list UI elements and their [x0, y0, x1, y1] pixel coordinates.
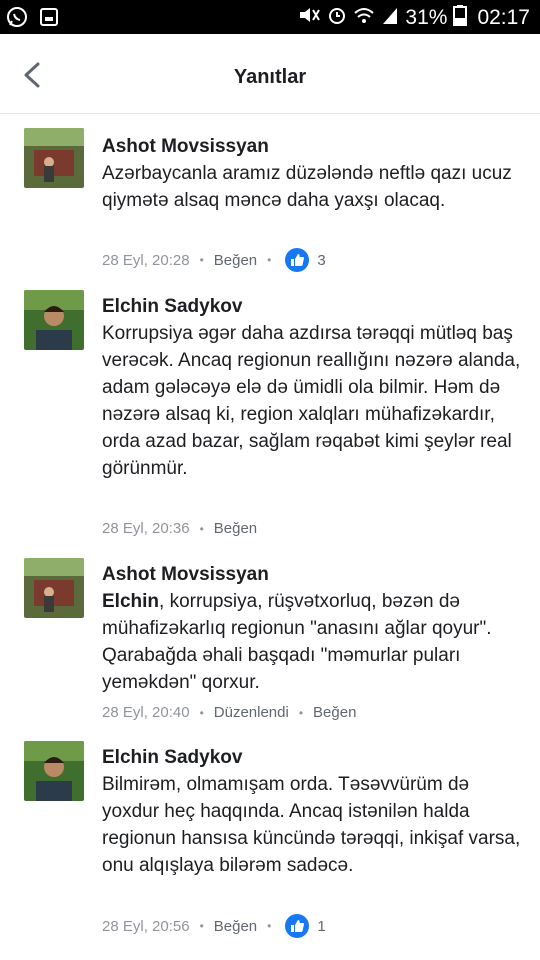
avatar[interactable]: [24, 741, 84, 801]
comment-text-body: , korrupsiya, rüşvətxorluq, bəzən də müh…: [102, 591, 492, 693]
mute-icon: [297, 4, 321, 32]
avatar[interactable]: [24, 290, 84, 350]
like-button[interactable]: Beğen: [214, 520, 257, 537]
comment-text: Korrupsiya əgər daha azdırsa tərəqqi müt…: [102, 323, 521, 479]
like-button[interactable]: Beğen: [214, 252, 257, 269]
avatar[interactable]: [24, 128, 84, 188]
separator-dot: •: [199, 705, 204, 720]
separator-dot: •: [199, 919, 204, 933]
separator-dot: •: [298, 705, 304, 720]
separator-dot: •: [199, 521, 204, 536]
comment-text: Elchin, korrupsiya, rüşvətxorluq, bəzən …: [102, 588, 522, 696]
alarm-icon: [327, 4, 347, 32]
comment-meta: 28 Eyl, 20:56 • Beğen • 1: [102, 914, 326, 938]
avatar[interactable]: [24, 558, 84, 618]
comment-meta: 28 Eyl, 20:36 • Beğen: [102, 520, 257, 537]
wifi-icon: [353, 4, 375, 32]
comment-author[interactable]: Elchin Sadykov: [102, 747, 242, 769]
like-button[interactable]: Beğen: [214, 918, 257, 935]
status-bar: 31% 02:17: [0, 0, 540, 34]
gallery-icon: [38, 6, 60, 33]
like-thumb-icon[interactable]: [285, 248, 310, 272]
comment-meta: 28 Eyl, 20:40 • Düzenlendi • Beğen: [102, 704, 356, 721]
comment-meta: 28 Eyl, 20:28 • Beğen • 3: [102, 248, 326, 272]
page-title: Yanıtlar: [233, 66, 307, 88]
comment-author[interactable]: Ashot Movsissyan: [102, 564, 269, 586]
comment-text: Azərbaycanla aramız düzələndə neftlə qaz…: [102, 163, 512, 211]
clock: 02:17: [477, 6, 530, 29]
signal-icon: [381, 4, 399, 32]
separator-dot: •: [199, 253, 204, 267]
timestamp: 28 Eyl, 20:36: [102, 520, 190, 537]
comment-author[interactable]: Elchin Sadykov: [102, 296, 242, 318]
battery-percent: 31%: [405, 6, 448, 29]
comment-author[interactable]: Ashot Movsissyan: [102, 136, 269, 158]
separator-dot: •: [267, 253, 272, 267]
timestamp: 28 Eyl, 20:56: [102, 917, 190, 935]
like-count: 3: [317, 251, 326, 269]
whatsapp-icon: [6, 6, 28, 33]
separator-dot: •: [267, 919, 272, 933]
battery-icon: [453, 4, 468, 32]
comment-text: Bilmirəm, olmamışam orda. Təsəvvürüm də …: [102, 774, 521, 876]
edited-label[interactable]: Düzenlendi: [214, 704, 289, 721]
timestamp: 28 Eyl, 20:40: [102, 704, 190, 721]
header: Yanıtlar: [0, 34, 540, 114]
like-button[interactable]: Beğen: [313, 704, 356, 721]
mention-link[interactable]: Elchin: [102, 591, 159, 612]
like-thumb-icon[interactable]: [285, 914, 310, 938]
like-count: 1: [317, 917, 326, 935]
timestamp: 28 Eyl, 20:28: [102, 251, 190, 269]
